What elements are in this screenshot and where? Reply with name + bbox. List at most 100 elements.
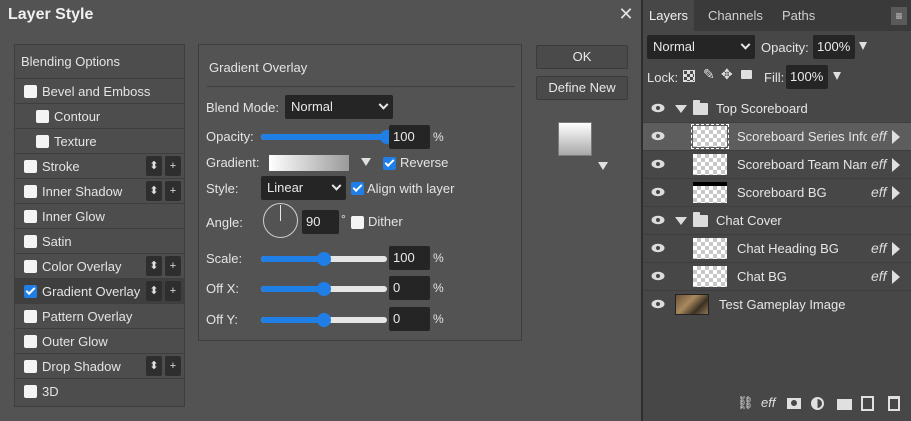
- reorder-button[interactable]: ⬍: [146, 181, 162, 201]
- effect-item-pattern-overlay[interactable]: Pattern Overlay: [15, 304, 184, 329]
- add-effect-button[interactable]: +: [165, 356, 181, 376]
- effects-badge[interactable]: eff: [871, 184, 887, 200]
- define-new-button[interactable]: Define New: [536, 76, 628, 100]
- slider-knob[interactable]: [317, 282, 331, 296]
- eye-icon[interactable]: [651, 243, 665, 253]
- effects-badge[interactable]: eff: [871, 240, 887, 256]
- checkbox[interactable]: [24, 259, 37, 273]
- trash-icon[interactable]: [888, 396, 900, 411]
- effect-item-3d[interactable]: 3D: [15, 379, 184, 404]
- checkbox[interactable]: [24, 159, 37, 173]
- checkbox[interactable]: [24, 334, 37, 348]
- expand-effects-icon[interactable]: [892, 242, 900, 256]
- effects-badge[interactable]: eff: [871, 156, 887, 172]
- scale-input[interactable]: 100: [389, 246, 430, 270]
- lock-transparency-icon[interactable]: [683, 70, 695, 82]
- offx-slider[interactable]: [261, 282, 387, 296]
- scale-slider[interactable]: [261, 252, 387, 266]
- opacity-input[interactable]: 100: [389, 125, 430, 149]
- effect-item-satin[interactable]: Satin: [15, 229, 184, 254]
- layer-row[interactable]: Test Gameplay Image: [643, 291, 911, 319]
- reorder-button[interactable]: ⬍: [146, 256, 162, 276]
- offy-input[interactable]: 0: [389, 307, 430, 331]
- expand-effects-icon[interactable]: [892, 130, 900, 144]
- layer-row[interactable]: Chat BG eff: [643, 263, 911, 291]
- reorder-button[interactable]: ⬍: [146, 281, 162, 301]
- checkbox[interactable]: [24, 184, 37, 198]
- lock-move-icon[interactable]: ✥: [721, 66, 733, 83]
- eye-icon[interactable]: [651, 159, 665, 169]
- layer-row[interactable]: Scoreboard Series Info eff: [643, 123, 911, 151]
- adjustment-icon[interactable]: [811, 397, 824, 410]
- effect-item-texture[interactable]: Texture: [15, 129, 184, 154]
- eye-icon[interactable]: [651, 103, 665, 113]
- eye-icon[interactable]: [651, 299, 665, 309]
- slider-knob[interactable]: [317, 252, 331, 266]
- checkbox-checked[interactable]: [24, 284, 37, 298]
- eye-icon[interactable]: [651, 271, 665, 281]
- checkbox[interactable]: [36, 134, 49, 148]
- expand-effects-icon[interactable]: [892, 186, 900, 200]
- layer-blend-select[interactable]: Normal: [647, 35, 755, 59]
- lock-all-icon[interactable]: [741, 70, 752, 79]
- add-effect-button[interactable]: +: [165, 156, 181, 176]
- reorder-button[interactable]: ⬍: [146, 156, 162, 176]
- tab-channels[interactable]: Channels: [702, 0, 769, 31]
- expand-effects-icon[interactable]: [892, 158, 900, 172]
- tab-paths[interactable]: Paths: [776, 0, 821, 31]
- checkbox[interactable]: [24, 309, 37, 323]
- layer-row[interactable]: Scoreboard BG eff: [643, 179, 911, 207]
- new-layer-icon[interactable]: [861, 396, 874, 411]
- effects-badge[interactable]: eff: [871, 268, 887, 284]
- preview-dropdown-icon[interactable]: [598, 162, 608, 170]
- new-group-folder-icon[interactable]: [837, 399, 852, 410]
- add-effect-button[interactable]: +: [165, 181, 181, 201]
- gradient-dropdown-icon[interactable]: [361, 158, 371, 166]
- layer-opacity-input[interactable]: 100%: [813, 35, 855, 59]
- layer-group-row[interactable]: Chat Cover: [643, 207, 911, 235]
- lock-paint-icon[interactable]: ✎: [703, 66, 715, 83]
- effect-item-inner-shadow[interactable]: Inner Shadow ⬍ +: [15, 179, 184, 204]
- mask-icon[interactable]: [787, 398, 801, 409]
- effects-badge[interactable]: eff: [871, 128, 887, 144]
- checkbox[interactable]: [24, 84, 37, 98]
- collapse-triangle-icon[interactable]: [675, 105, 687, 113]
- layer-row[interactable]: Chat Heading BG eff: [643, 235, 911, 263]
- checkbox[interactable]: [36, 109, 49, 123]
- tab-layers[interactable]: Layers: [643, 0, 695, 31]
- layer-group-row[interactable]: Top Scoreboard: [643, 95, 911, 123]
- effect-item-drop-shadow[interactable]: Drop Shadow ⬍ +: [15, 354, 184, 379]
- checkbox[interactable]: [24, 359, 37, 373]
- fill-input[interactable]: 100%: [786, 65, 828, 89]
- angle-dial[interactable]: [263, 203, 298, 238]
- collapse-triangle-icon[interactable]: [675, 217, 687, 225]
- eye-icon[interactable]: [651, 215, 665, 225]
- effect-item-gradient-overlay[interactable]: Gradient Overlay ⬍ +: [15, 279, 184, 304]
- close-icon[interactable]: ✕: [617, 4, 635, 24]
- reverse-checkbox[interactable]: [383, 157, 396, 170]
- style-select[interactable]: Linear: [261, 176, 346, 200]
- align-checkbox[interactable]: [351, 182, 364, 195]
- effect-item-contour[interactable]: Contour: [15, 104, 184, 129]
- effect-item-bevel-emboss[interactable]: Bevel and Emboss: [15, 79, 184, 104]
- add-effect-button[interactable]: +: [165, 256, 181, 276]
- fill-dropdown-icon[interactable]: [833, 72, 841, 80]
- effects-icon[interactable]: eff: [761, 395, 775, 410]
- dither-checkbox[interactable]: [351, 216, 364, 229]
- eye-icon[interactable]: [651, 187, 665, 197]
- panel-menu-icon[interactable]: ≡: [891, 7, 907, 25]
- checkbox[interactable]: [24, 234, 37, 248]
- expand-effects-icon[interactable]: [892, 270, 900, 284]
- checkbox[interactable]: [24, 209, 37, 223]
- link-icon[interactable]: ⛓: [737, 395, 754, 411]
- blending-options-item[interactable]: Blending Options: [15, 45, 184, 79]
- effect-item-stroke[interactable]: Stroke ⬍ +: [15, 154, 184, 179]
- eye-icon[interactable]: [651, 131, 665, 141]
- angle-input[interactable]: 90: [302, 210, 339, 234]
- ok-button[interactable]: OK: [536, 45, 628, 69]
- layer-row[interactable]: Scoreboard Team Names eff: [643, 151, 911, 179]
- blend-mode-select[interactable]: Normal: [285, 95, 393, 119]
- opacity-dropdown-icon[interactable]: [859, 42, 867, 50]
- opacity-slider[interactable]: [261, 130, 394, 144]
- effect-item-outer-glow[interactable]: Outer Glow: [15, 329, 184, 354]
